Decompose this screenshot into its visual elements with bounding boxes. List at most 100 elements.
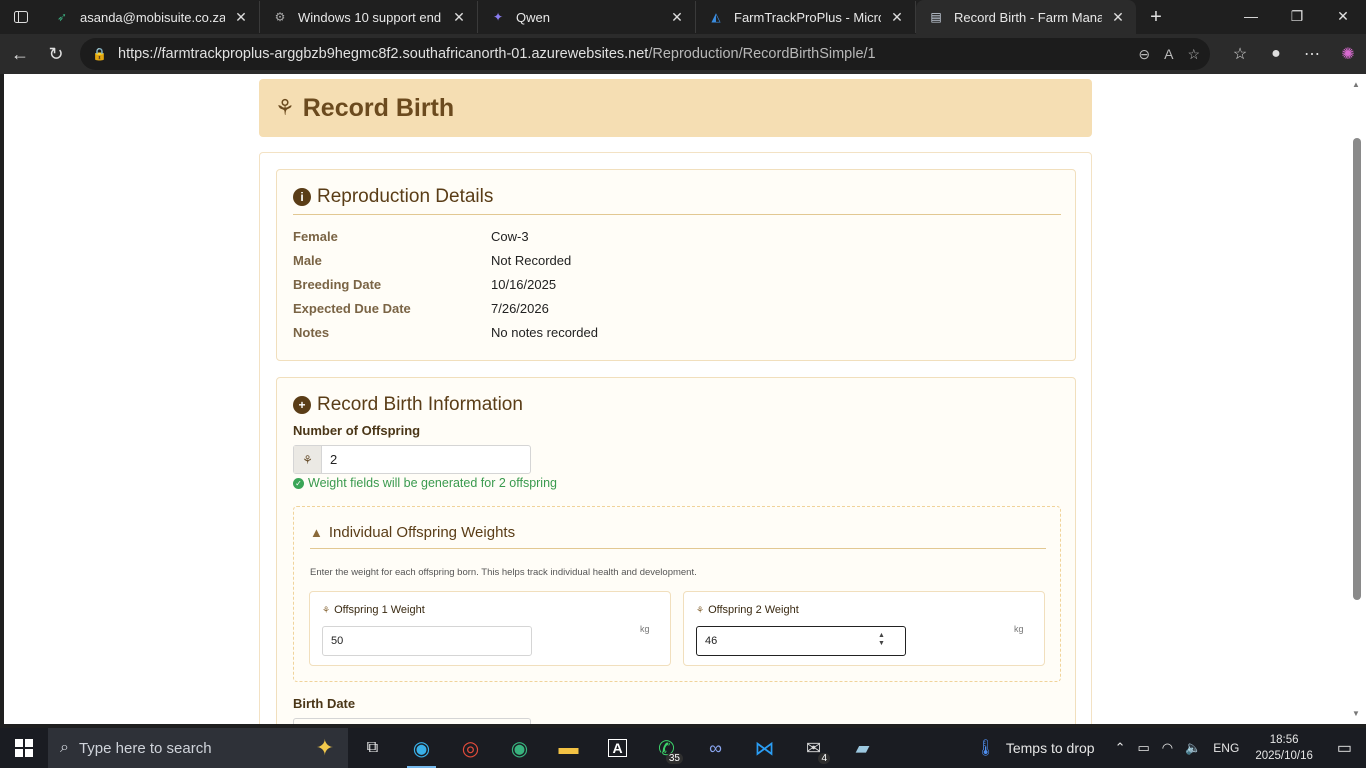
offspring-hint: ✓ Weight fields will be generated for 2 … [293,476,557,490]
taskbar-search[interactable]: ⌕ Type here to search ✦ [48,728,348,768]
detail-row-notes: Notes No notes recorded [293,325,598,340]
weather-widget[interactable]: 🌡 Temps to drop [970,738,1101,758]
weight-label: ⚘ Offspring 2 Weight [696,604,799,616]
url-field[interactable]: 🔒 https://farmtrackproplus-arggbzb9hegmc… [80,38,1210,70]
detail-row-breeding-date: Breeding Date 10/16/2025 [293,277,556,292]
task-view-icon[interactable]: ⧉ [348,728,397,768]
address-bar-row: ← ↻ 🔒 https://farmtrackproplus-arggbzb9h… [0,34,1366,74]
check-circle-icon: ✓ [293,477,304,489]
close-icon[interactable]: ✕ [233,9,249,26]
browser-tab-1[interactable]: ➶ asanda@mobisuite.co.za | Mo ✕ [42,1,260,33]
edge-beta-icon[interactable]: ◉ [495,728,544,768]
window-controls: — ❐ ✕ [1228,0,1366,32]
detail-label: Female [293,229,338,244]
weight-label-text: Offspring 1 Weight [334,604,425,616]
clock[interactable]: 18:56 2025/10/16 [1245,732,1323,764]
new-tab-button[interactable]: + [1136,6,1176,29]
detail-value: 10/16/2025 [491,277,557,292]
browser-tab-3[interactable]: ✦ Qwen ✕ [478,1,696,33]
back-icon[interactable]: ← [2,36,38,72]
weights-description: Enter the weight for each offspring born… [310,567,697,578]
refresh-icon[interactable]: ↻ [38,36,74,72]
scroll-down-icon[interactable]: ▼ [1352,709,1360,718]
file-explorer-icon[interactable]: ▬ [544,728,593,768]
edge-icon[interactable]: ◉ [397,728,446,768]
windows-start-icon[interactable] [0,728,48,768]
unit-label: kg [1014,624,1024,634]
baby-icon: ⚘ [696,604,705,615]
tab-actions-button[interactable] [0,0,42,34]
url-path: /Reproduction/RecordBirthSimple/1 [648,46,876,62]
close-icon[interactable]: ✕ [889,9,905,26]
page-scrollbar[interactable]: ▲ ▼ [1348,74,1366,724]
details-title: Reproduction Details [317,186,494,207]
detail-label: Expected Due Date [293,301,411,316]
read-aloud-icon[interactable]: A [1164,46,1173,63]
whatsapp-badge: 35 [665,753,683,764]
close-icon[interactable]: ✕ [1110,9,1126,26]
reproduction-details-section: i Reproduction Details Female Cow-3 Male… [276,169,1076,361]
favorites-icon[interactable]: ☆ [1222,44,1258,64]
wifi-icon[interactable]: ◠ [1156,740,1179,756]
scroll-up-icon[interactable]: ▲ [1352,80,1360,89]
number-spinner-icon[interactable]: ▲ ▼ [878,632,885,648]
offspring-1-weight-input[interactable] [322,626,532,656]
visual-studio-icon[interactable]: ∞ [691,728,740,768]
unit-label: kg [640,624,650,634]
detail-value: Not Recorded [491,253,572,268]
info-icon: i [293,188,311,206]
app-a-icon[interactable]: A [593,728,642,768]
birth-date-input[interactable] [293,718,531,724]
browser-tab-4[interactable]: ◭ FarmTrackProPlus - Microsoft ✕ [696,1,916,33]
volume-icon[interactable]: 🔈 [1179,740,1207,756]
divider [310,548,1046,549]
detail-row-female: Female Cow-3 [293,229,529,244]
outlook-icon[interactable]: ✉ 4 [789,728,838,768]
azure-icon: ◭ [711,10,721,24]
page-title: Record Birth [302,93,455,122]
scrollbar-thumb[interactable] [1353,138,1361,600]
battery-icon[interactable]: ▭ [1131,740,1155,756]
offspring-count-input[interactable] [322,446,530,473]
vscode-icon[interactable]: ⋈ [740,728,789,768]
close-icon[interactable]: ✕ [451,9,467,26]
weight-label-text: Offspring 2 Weight [708,604,799,616]
clock-time: 18:56 [1269,734,1299,746]
favorite-star-icon[interactable]: ☆ [1187,46,1200,63]
tab-strip: ➶ asanda@mobisuite.co.za | Mo ✕ ⚙ Window… [0,0,1366,34]
browser-tab-2[interactable]: ⚙ Windows 10 support end ✕ [260,1,478,33]
minimize-icon[interactable]: — [1228,0,1274,32]
offspring-count-label: Number of Offspring [293,423,421,438]
hint-text: Weight fields will be generated for 2 of… [308,476,557,490]
whatsapp-icon[interactable]: ✆ 35 [642,728,691,768]
zoom-icon[interactable]: ⊖ [1138,46,1150,63]
weights-heading: ▲ Individual Offspring Weights [310,524,515,541]
qwen-icon: ✦ [492,10,504,24]
lock-icon: 🔒 [92,47,107,61]
main-card: i Reproduction Details Female Cow-3 Male… [259,152,1092,724]
page-icon: ▤ [930,10,942,24]
detail-value: 7/26/2026 [491,301,549,316]
birth-title: Record Birth Information [317,394,523,415]
search-icon: ⌕ [60,739,69,756]
show-hidden-icons[interactable]: ⌃ [1101,740,1132,756]
system-tray: 🌡 Temps to drop ⌃ ▭ ◠ 🔈 ENG 18:56 2025/1… [970,728,1366,768]
leaf-icon: ➶ [56,10,68,24]
tab-title: Record Birth - Farm Managem [954,9,1102,25]
window-close-icon[interactable]: ✕ [1320,0,1366,32]
restore-icon[interactable]: ❐ [1274,0,1320,32]
taskbar: ⌕ Type here to search ✦ ⧉ ◉ ◎ ◉ ▬ A ✆ 35 … [0,728,1366,768]
offspring-2-weight-input[interactable] [696,626,906,656]
weight-icon: ▲ [310,525,323,540]
copilot-icon[interactable]: ✺ [1330,44,1366,64]
profile-avatar-icon[interactable]: ● [1258,45,1294,63]
notes-app-icon[interactable]: ▰ [838,728,887,768]
language-indicator[interactable]: ENG [1207,741,1245,755]
more-menu-icon[interactable]: ⋯ [1294,44,1330,64]
notifications-icon[interactable]: ▭ [1323,738,1366,758]
record-birth-section: + Record Birth Information Number of Off… [276,377,1076,724]
chrome-icon[interactable]: ◎ [446,728,495,768]
browser-tab-5-active[interactable]: ▤ Record Birth - Farm Managem ✕ [916,0,1136,34]
close-icon[interactable]: ✕ [669,9,685,26]
search-placeholder: Type here to search [78,739,212,757]
